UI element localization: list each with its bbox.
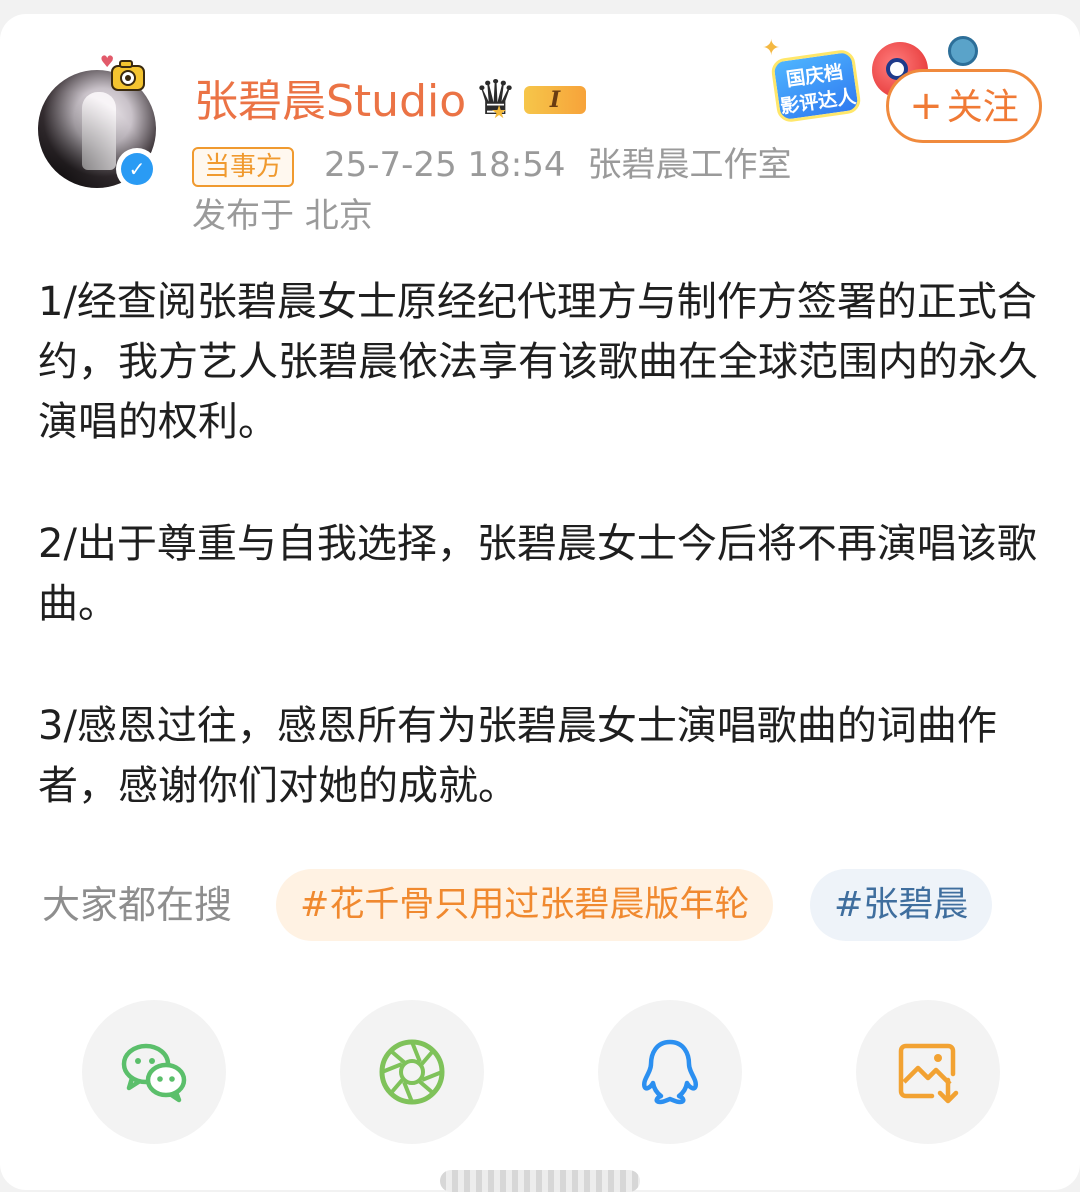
sparkle-icon: ✦ (762, 36, 781, 61)
heart-icon: ♥ (100, 52, 115, 71)
post-body: 1/经查阅张碧晨女士原经纪代理方与制作方签署的正式合约，我方艺人张碧晨依法享有该… (38, 272, 1048, 816)
crown-icon: ♛ ★ (474, 70, 518, 126)
post-location: 发布于 北京 (192, 196, 373, 236)
user-name[interactable]: 张碧晨Studio (194, 72, 466, 132)
share-moments-button[interactable] (340, 1000, 484, 1144)
trending-search-row: 大家都在搜 #花千骨只用过张碧晨版年轮 #张碧晨 (42, 869, 1042, 941)
moments-icon (379, 1039, 445, 1105)
post-card: ♥ ✓ 张碧晨Studio ♛ ★ I 当事方 25-7-25 18:54 张碧晨工… (0, 14, 1080, 1192)
home-indicator[interactable] (440, 1170, 640, 1192)
save-image-icon (898, 1043, 959, 1104)
share-qq-button[interactable] (598, 1000, 742, 1144)
film-reel-icon (948, 36, 978, 66)
timestamp: 25-7-25 18:54 (324, 145, 566, 185)
post-meta: 25-7-25 18:54 张碧晨工作室 (324, 141, 792, 189)
trending-tag[interactable]: #花千骨只用过张碧晨版年轮 (276, 869, 774, 941)
post-source[interactable]: 张碧晨工作室 (588, 145, 792, 185)
level-label: I (524, 86, 586, 114)
wechat-icon (121, 1043, 187, 1103)
post-paragraph: 1/经查阅张碧晨女士原经纪代理方与制作方签署的正式合约，我方艺人张碧晨依法享有该… (38, 279, 1038, 445)
share-wechat-button[interactable] (82, 1000, 226, 1144)
plus-icon: + (909, 83, 943, 129)
follow-button[interactable]: + 关注 (886, 69, 1042, 143)
promo-tag: 国庆档 影评达人 (769, 48, 863, 124)
save-image-button[interactable] (856, 1000, 1000, 1144)
qq-icon (642, 1039, 698, 1105)
follow-label: 关注 (946, 87, 1019, 128)
vip-level-badge[interactable]: ♛ ★ I (474, 74, 594, 124)
camera-pendant-icon: ♥ (100, 52, 148, 96)
role-badge: 当事方 (192, 147, 295, 187)
post-paragraph: 2/出于尊重与自我选择，张碧晨女士今后将不再演唱该歌曲。 (38, 521, 1037, 627)
trending-tag[interactable]: #张碧晨 (810, 869, 993, 941)
post-paragraph: 3/感恩过往，感恩所有为张碧晨女士演唱歌曲的词曲作者，感谢你们对她的成就。 (38, 703, 997, 809)
trending-label: 大家都在搜 (42, 883, 233, 927)
verified-badge-icon: ✓ (116, 148, 158, 190)
